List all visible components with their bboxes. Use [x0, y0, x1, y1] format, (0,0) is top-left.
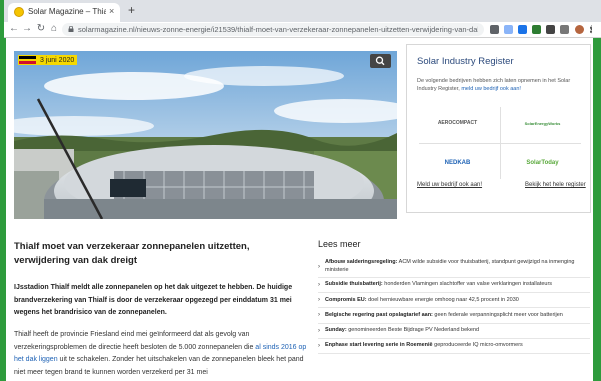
lees-meer-list: › Afbouw salderingsregeling: ACM wilde s… [318, 256, 590, 354]
date-badge: 3 juni 2020 [18, 55, 78, 65]
list-item-text: Enphase start levering serie in Roemenië… [325, 342, 523, 350]
list-item-text: Sunday: genomineerden Beste Bijdrage PV … [325, 327, 479, 335]
list-item-rest: honderden Vlamingen slachtoffer van vals… [382, 281, 553, 288]
browser-tab[interactable]: Solar Magazine – Thialf moet ver... × [8, 3, 120, 22]
search-icon [375, 56, 385, 66]
tab-bar: Solar Magazine – Thialf moet ver... × + [4, 0, 601, 22]
list-item-rest: genomineerden Beste Bijdrage PV Nederlan… [346, 326, 480, 333]
solar-industry-register: Solar Industry Register De volgende bedr… [406, 44, 591, 213]
list-item-bold: Enphase start levering serie in Roemenië [325, 342, 433, 349]
stadium-photo [14, 51, 397, 219]
reload-button[interactable]: ↻ [35, 23, 47, 35]
chevron-right-icon: › [318, 297, 320, 304]
list-item[interactable]: › Compromis EU: doel hernieuwbare energi… [318, 293, 590, 309]
address-bar[interactable]: solarmagazine.nl/nieuws-zonne-energie/i2… [62, 23, 484, 36]
chevron-right-icon: › [318, 282, 320, 289]
list-item-rest: doel hernieuwbare energie omhoog naar 42… [366, 296, 519, 303]
register-title: Solar Industry Register [417, 56, 514, 67]
logo-label: NEDKAB [444, 160, 471, 166]
belgian-flag-icon [19, 56, 36, 65]
list-item[interactable]: › Afbouw salderingsregeling: ACM wilde s… [318, 256, 590, 278]
new-tab-button[interactable]: + [128, 3, 135, 17]
extension-icon[interactable] [490, 25, 499, 34]
grid-divider [419, 143, 581, 144]
logo-solartoday[interactable]: SolarToday [500, 143, 585, 183]
back-button[interactable]: ← [8, 23, 20, 35]
register-description: De volgende bedrijven hebben zich laten … [417, 77, 585, 93]
view-register-link[interactable]: Bekijk het hele register [525, 182, 586, 188]
logo-grid: AEROCOMPACT SolarEnergyWorks NEDKAB Sola… [415, 103, 585, 183]
register-signup-link[interactable]: meld uw bedrijf ook aan! [461, 86, 521, 92]
forward-button[interactable]: → [21, 23, 33, 35]
chevron-right-icon: › [318, 342, 320, 349]
article-body-text: uit te schakelen. Zonder het uitschakele… [14, 356, 304, 376]
article-body: Thialf heeft de provincie Friesland eind… [14, 329, 309, 379]
list-item[interactable]: › Sunday: genomineerden Beste Bijdrage P… [318, 324, 590, 339]
url-text: solarmagazine.nl/nieuws-zonne-energie/i2… [78, 25, 478, 34]
lees-meer-panel: Lees meer › Afbouw salderingsregeling: A… [311, 229, 593, 381]
lees-meer-title: Lees meer [318, 239, 361, 249]
extension-icon[interactable] [518, 25, 527, 34]
puzzle-icon[interactable] [560, 25, 569, 34]
home-button[interactable]: ⌂ [48, 23, 60, 35]
search-button[interactable] [370, 54, 391, 68]
extension-icon[interactable] [546, 25, 555, 34]
browser-toolbar: ← → ↻ ⌂ solarmagazine.nl/nieuws-zonne-en… [4, 22, 601, 37]
article-title: Thialf moet van verzekeraar zonnepanelen… [14, 241, 250, 266]
list-item-bold: Subsidie thuisbatterij: [325, 281, 383, 288]
close-tab-icon[interactable]: × [109, 6, 114, 16]
publish-date: 3 juni 2020 [40, 56, 75, 64]
list-item-rest: geproduceerde IQ micro-omvormers [432, 342, 523, 349]
list-item-bold: Sunday: [325, 326, 347, 333]
logo-label: SolarEnergyWorks [524, 120, 561, 126]
list-item-bold: Compromis EU: [325, 296, 367, 303]
favicon-icon [14, 7, 24, 17]
menu-icon[interactable] [590, 25, 593, 34]
web-page: 3 juni 2020 Solar Industry Register De v… [6, 38, 593, 381]
chevron-right-icon: › [318, 263, 320, 270]
logo-aerocompact[interactable]: AEROCOMPACT [415, 103, 500, 143]
article-lead: IJsstadion Thialf meldt alle zonnepanele… [14, 284, 293, 316]
tab-title: Solar Magazine – Thialf moet ver... [28, 7, 106, 16]
add-company-link[interactable]: Meld uw bedrijf ook aan! [417, 182, 482, 188]
list-item-rest: geen federale verpanningsplicht meer voo… [432, 311, 563, 318]
article-body-text: Thialf heeft de provincie Friesland eind… [14, 331, 254, 351]
list-item-text: Subsidie thuisbatterij: honderden Vlamin… [325, 281, 552, 289]
chevron-right-icon: › [318, 312, 320, 319]
logo-label: AEROCOMPACT [437, 120, 478, 126]
extension-icon[interactable] [532, 25, 541, 34]
logo-solarenergyworks[interactable]: SolarEnergyWorks [500, 103, 585, 143]
avatar[interactable] [575, 25, 584, 34]
list-item[interactable]: › Subsidie thuisbatterij: honderden Vlam… [318, 278, 590, 294]
list-item[interactable]: › Enphase start levering serie in Roemen… [318, 339, 590, 354]
list-item-text: Compromis EU: doel hernieuwbare energie … [325, 297, 519, 305]
logo-nedkab[interactable]: NEDKAB [415, 143, 500, 183]
list-item-bold: Belgische regering past opslagtarief aan… [325, 311, 433, 318]
hero-image: 3 juni 2020 [14, 51, 397, 219]
list-item-text: Afbouw salderingsregeling: ACM wilde sub… [325, 259, 590, 274]
chevron-right-icon: › [318, 327, 320, 334]
extension-icon[interactable] [504, 25, 513, 34]
flag-stripe [19, 61, 36, 65]
lock-icon [68, 26, 74, 32]
list-item-bold: Afbouw salderingsregeling: [325, 259, 398, 265]
list-item[interactable]: › Belgische regering past opslagtarief a… [318, 308, 590, 324]
logo-label: SolarToday [526, 160, 559, 166]
list-item-text: Belgische regering past opslagtarief aan… [325, 312, 563, 320]
